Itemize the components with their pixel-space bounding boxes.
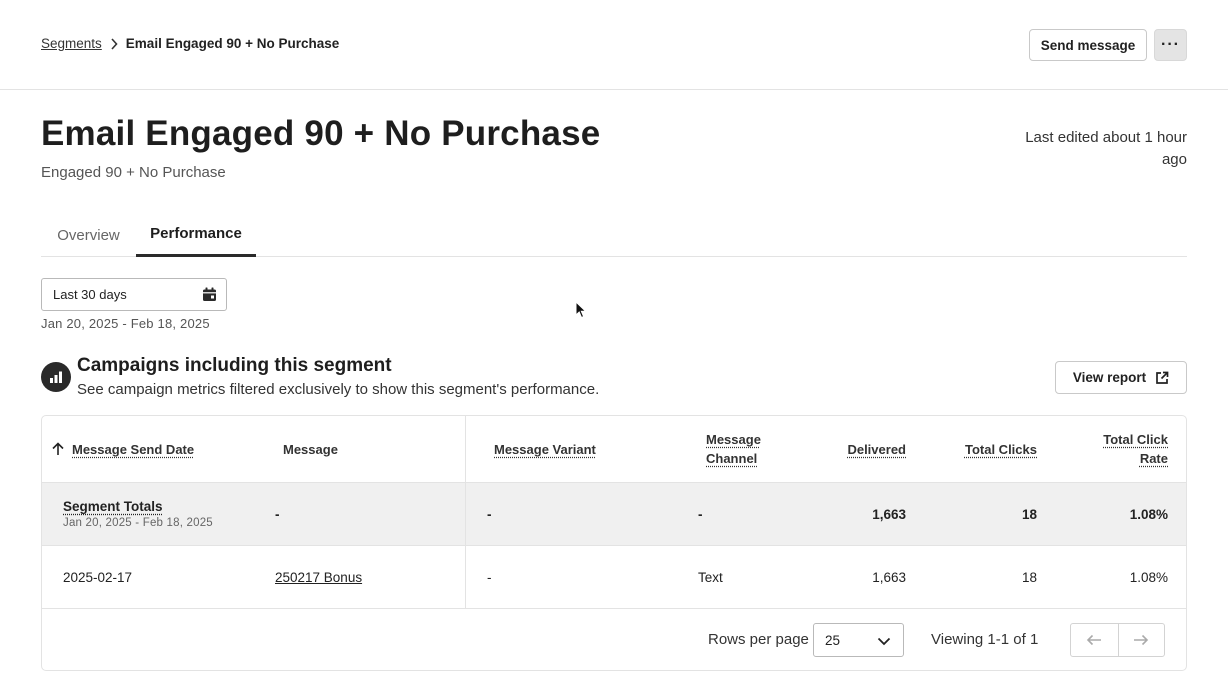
arrow-left-icon: [1087, 634, 1102, 646]
row-send-date-cell: 2025-02-17: [63, 569, 133, 585]
viewing-count-text: Viewing 1-1 of 1: [931, 631, 1039, 648]
totals-delivered-cell: 1,663: [872, 506, 906, 522]
total-clicks-header-label: Total Clicks: [964, 441, 1037, 457]
tab-bar: Overview Performance: [41, 213, 1187, 257]
row-message-cell: 250217 Bonus: [275, 546, 362, 608]
date-range-value: Last 30 days: [53, 287, 127, 302]
send-date-header-label: Message Send Date: [72, 441, 195, 457]
message-link[interactable]: 250217 Bonus: [275, 570, 362, 585]
column-header-total-clicks[interactable]: Total Clicks: [965, 416, 1037, 482]
click-rate-header-line1: Total Click: [1103, 432, 1168, 447]
message-channel-header-label: Message Channel: [706, 430, 761, 468]
external-link-icon: [1156, 371, 1169, 384]
row-click-rate-cell: 1.08%: [1129, 569, 1168, 585]
segment-totals-range: Jan 20, 2025 - Feb 18, 2025: [63, 517, 213, 529]
breadcrumb-segments-link[interactable]: Segments: [41, 36, 102, 51]
row-delivered-cell: 1,663: [872, 569, 906, 585]
rows-per-page-value: 25: [825, 632, 841, 648]
column-header-message-channel[interactable]: Message Channel: [706, 416, 761, 482]
column-header-send-date[interactable]: Message Send Date: [51, 416, 194, 482]
table-pagination: Rows per page 25 Viewing 1-1 of 1: [42, 609, 1186, 670]
view-report-button[interactable]: View report: [1055, 361, 1187, 394]
column-header-total-click-rate[interactable]: Total Click Rate: [1103, 416, 1168, 482]
segment-totals-row: Segment Totals Jan 20, 2025 - Feb 18, 20…: [42, 483, 1186, 546]
chevron-right-icon: [110, 37, 118, 50]
message-variant-header-label: Message Variant: [494, 441, 596, 457]
previous-page-button[interactable]: [1071, 624, 1118, 656]
row-channel-cell: Text: [698, 569, 723, 585]
breadcrumb-current: Email Engaged 90 + No Purchase: [125, 36, 340, 51]
date-range-select[interactable]: Last 30 days: [41, 278, 227, 311]
totals-clicks-cell: 18: [1021, 506, 1037, 522]
totals-label-cell: Segment Totals Jan 20, 2025 - Feb 18, 20…: [63, 483, 213, 545]
table-header-row: Message Send Date Message Message Varian…: [42, 416, 1186, 483]
calendar-icon: [203, 287, 216, 301]
breadcrumb: Segments Email Engaged 90 + No Purchase: [41, 36, 339, 51]
campaigns-section-description: See campaign metrics filtered exclusivel…: [77, 381, 600, 398]
delivered-header-label: Delivered: [847, 441, 906, 457]
message-channel-header-line1: Message: [706, 432, 761, 447]
totals-click-rate-cell: 1.08%: [1129, 506, 1168, 522]
totals-channel-cell: -: [698, 506, 703, 522]
page-subtitle: Engaged 90 + No Purchase: [41, 164, 226, 181]
page-title: Email Engaged 90 + No Purchase: [41, 114, 601, 153]
more-options-button[interactable]: ···: [1154, 29, 1187, 61]
campaigns-table: Message Send Date Message Message Varian…: [41, 415, 1187, 671]
tab-overview[interactable]: Overview: [41, 213, 136, 257]
column-header-message-variant[interactable]: Message Variant: [494, 416, 596, 482]
totals-variant-cell: -: [487, 506, 492, 522]
campaigns-section-title: Campaigns including this segment: [77, 355, 392, 376]
arrow-right-icon: [1134, 634, 1149, 646]
row-clicks-cell: 18: [1021, 569, 1037, 585]
row-variant-cell: -: [487, 569, 492, 585]
table-row: 2025-02-17 250217 Bonus - Text 1,663 18 …: [42, 546, 1186, 609]
click-rate-header-line2: Rate: [1139, 451, 1168, 466]
column-header-message: Message: [283, 441, 338, 457]
top-bar: Segments Email Engaged 90 + No Purchase …: [0, 0, 1228, 90]
date-range-text: Jan 20, 2025 - Feb 18, 2025: [41, 316, 210, 331]
totals-message-cell: -: [275, 506, 280, 522]
column-header-delivered[interactable]: Delivered: [847, 416, 906, 482]
pager: [1070, 623, 1165, 657]
tab-performance[interactable]: Performance: [136, 213, 256, 257]
sort-ascending-icon[interactable]: [51, 442, 65, 456]
total-click-rate-header-label: Total Click Rate: [1103, 430, 1168, 468]
chevron-down-icon: [877, 637, 891, 646]
column-divider: [465, 416, 466, 609]
segment-totals-label[interactable]: Segment Totals: [63, 499, 213, 514]
send-message-button[interactable]: Send message: [1029, 29, 1147, 61]
rows-per-page-select[interactable]: 25: [813, 623, 904, 657]
rows-per-page-label: Rows per page: [708, 631, 809, 648]
mouse-cursor-icon: [575, 301, 587, 319]
view-report-label: View report: [1072, 370, 1147, 385]
next-page-button[interactable]: [1117, 624, 1165, 656]
ellipsis-icon: ···: [1161, 36, 1180, 53]
bar-chart-icon: [41, 362, 71, 392]
message-channel-header-line2: Channel: [706, 451, 758, 466]
last-edited-text: Last edited about 1 hour ago: [1025, 129, 1187, 168]
